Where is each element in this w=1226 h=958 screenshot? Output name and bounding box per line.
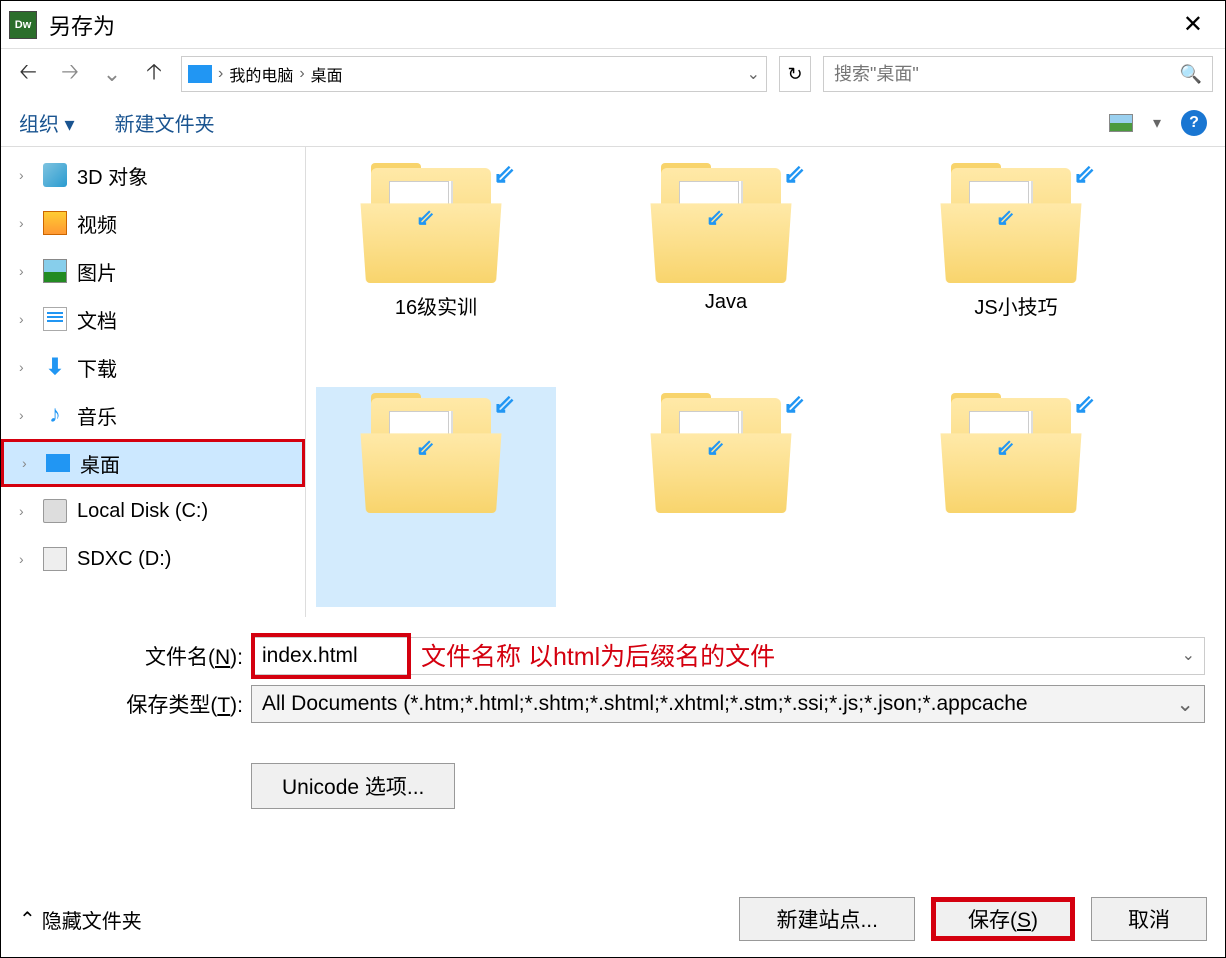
sidebar-item[interactable]: › SDXC (D:) [1, 535, 305, 583]
search-icon[interactable]: 🔍 [1180, 64, 1202, 85]
annotation-text: 文件名称 以html为后缀名的文件 [421, 637, 775, 673]
sidebar-item[interactable]: › ♪ 音乐 [1, 391, 305, 439]
sidebar-item-label: 下载 [77, 353, 117, 382]
sidebar-item[interactable]: › 3D 对象 [1, 151, 305, 199]
hide-folders-toggle[interactable]: ⌃ 隐藏文件夹 [19, 905, 142, 934]
folder-icon: ⇙⇙ [941, 163, 1091, 283]
organize-button[interactable]: 组织 ▾ [19, 108, 75, 137]
sidebar-item-label: Local Disk (C:) [77, 500, 208, 523]
chevron-right-icon: › [19, 503, 33, 519]
folder-icon: ⇙⇙ [941, 393, 1091, 513]
breadcrumb[interactable]: › 我的电脑 › 桌面 ⌄ [181, 56, 767, 92]
sidebar-item-label: 音乐 [77, 401, 117, 430]
filename-label: 文件名(N): [1, 641, 251, 671]
view-mode-button[interactable] [1109, 114, 1133, 132]
recent-dropdown[interactable]: ⌄ [97, 59, 127, 89]
file-item[interactable]: ⇙⇙ Java [606, 157, 846, 377]
icon-3d [43, 163, 67, 187]
icon-doc [43, 307, 67, 331]
chevron-right-icon: › [19, 311, 33, 327]
breadcrumb-root[interactable]: 我的电脑 [229, 62, 293, 86]
navbar: 🡠 🡢 ⌄ 🡡 › 我的电脑 › 桌面 ⌄ ↻ 🔍 [1, 49, 1225, 99]
chevron-right-icon: › [19, 263, 33, 279]
help-button[interactable]: ? [1181, 110, 1207, 136]
sidebar-item-label: SDXC (D:) [77, 548, 171, 571]
sidebar-item[interactable]: › Local Disk (C:) [1, 487, 305, 535]
filetype-dropdown[interactable]: All Documents (*.htm;*.html;*.shtm;*.sht… [251, 685, 1205, 723]
chevron-right-icon: › [19, 407, 33, 423]
sidebar-item-label: 文档 [77, 305, 117, 334]
app-icon: Dw [9, 11, 37, 39]
sidebar-item[interactable]: › 视频 [1, 199, 305, 247]
folder-icon: ⇙⇙ [361, 393, 511, 513]
refresh-button[interactable]: ↻ [779, 56, 811, 92]
icon-sd [43, 547, 67, 571]
chevron-right-icon: › [218, 65, 223, 83]
up-button[interactable]: 🡡 [139, 59, 169, 89]
unicode-options-button[interactable]: Unicode 选项... [251, 763, 455, 809]
close-button[interactable]: ✕ [1169, 4, 1217, 45]
file-item[interactable]: ⇙⇙ [896, 387, 1136, 607]
sidebar-item[interactable]: › 文档 [1, 295, 305, 343]
breadcrumb-current[interactable]: 桌面 [311, 62, 343, 86]
chevron-right-icon: › [19, 167, 33, 183]
chevron-right-icon: › [19, 359, 33, 375]
icon-disk [43, 499, 67, 523]
sidebar-item[interactable]: › ⬇ 下载 [1, 343, 305, 391]
sidebar-item-label: 视频 [77, 209, 117, 238]
forward-button: 🡢 [55, 59, 85, 89]
sidebar-item[interactable]: › 桌面 [1, 439, 305, 487]
chevron-up-icon: ⌃ [19, 907, 36, 932]
file-label: 16级实训 [395, 291, 477, 320]
view-dropdown[interactable]: ▾ [1153, 113, 1161, 133]
cancel-button[interactable]: 取消 [1091, 897, 1207, 941]
chevron-down-icon: ⌄ [1176, 692, 1194, 717]
sidebar-item[interactable]: › 图片 [1, 247, 305, 295]
chevron-right-icon: › [22, 455, 36, 471]
search-input[interactable] [834, 64, 1180, 85]
file-list[interactable]: ⇙⇙ 16级实训 ⇙⇙ Java ⇙⇙ JS小技巧 ⇙⇙ ⇙⇙ ⇙⇙ [306, 147, 1225, 617]
file-item[interactable]: ⇙⇙ [316, 387, 556, 607]
breadcrumb-dropdown[interactable]: ⌄ [747, 64, 760, 84]
file-label: Java [705, 291, 747, 314]
dialog-title: 另存为 [49, 9, 1169, 41]
new-folder-button[interactable]: 新建文件夹 [115, 108, 215, 137]
chevron-down-icon[interactable]: ⌄ [1182, 645, 1195, 665]
back-button[interactable]: 🡠 [13, 59, 43, 89]
filetype-label: 保存类型(T): [1, 689, 251, 719]
footer: ⌃ 隐藏文件夹 新建站点... 保存(S) 取消 [1, 895, 1225, 943]
desktop-icon [188, 65, 212, 83]
file-item[interactable]: ⇙⇙ [606, 387, 846, 607]
chevron-right-icon: › [299, 65, 304, 83]
titlebar: Dw 另存为 ✕ [1, 1, 1225, 49]
search-box[interactable]: 🔍 [823, 56, 1213, 92]
folder-icon: ⇙⇙ [651, 163, 801, 283]
folder-icon: ⇙⇙ [651, 393, 801, 513]
icon-picture [43, 259, 67, 283]
save-as-dialog: Dw 另存为 ✕ 🡠 🡢 ⌄ 🡡 › 我的电脑 › 桌面 ⌄ ↻ 🔍 组织 ▾ … [0, 0, 1226, 958]
sidebar-item-label: 桌面 [80, 449, 120, 478]
save-button[interactable]: 保存(S) [931, 897, 1075, 941]
chevron-right-icon: › [19, 551, 33, 567]
file-label: JS小技巧 [974, 291, 1057, 320]
icon-download: ⬇ [43, 355, 67, 379]
icon-video [43, 211, 67, 235]
sidebar[interactable]: › 3D 对象 › 视频 › 图片 › 文档 › ⬇ 下载 › ♪ 音乐 › 桌面 › Local Disk (C… [1, 147, 306, 617]
form-area: 文件名(N): 文件名称 以html为后缀名的文件 ⌄ 保存类型(T): All… [1, 617, 1225, 809]
toolbar: 组织 ▾ 新建文件夹 ▾ ? [1, 99, 1225, 147]
folder-icon: ⇙⇙ [361, 163, 511, 283]
file-item[interactable]: ⇙⇙ 16级实训 [316, 157, 556, 377]
new-site-button[interactable]: 新建站点... [739, 897, 915, 941]
sidebar-item-label: 3D 对象 [77, 161, 148, 190]
chevron-right-icon: › [19, 215, 33, 231]
icon-music: ♪ [43, 403, 67, 427]
sidebar-item-label: 图片 [77, 257, 117, 286]
icon-desktop [46, 454, 70, 472]
file-item[interactable]: ⇙⇙ JS小技巧 [896, 157, 1136, 377]
main-area: › 3D 对象 › 视频 › 图片 › 文档 › ⬇ 下载 › ♪ 音乐 › 桌面 › Local Disk (C… [1, 147, 1225, 617]
